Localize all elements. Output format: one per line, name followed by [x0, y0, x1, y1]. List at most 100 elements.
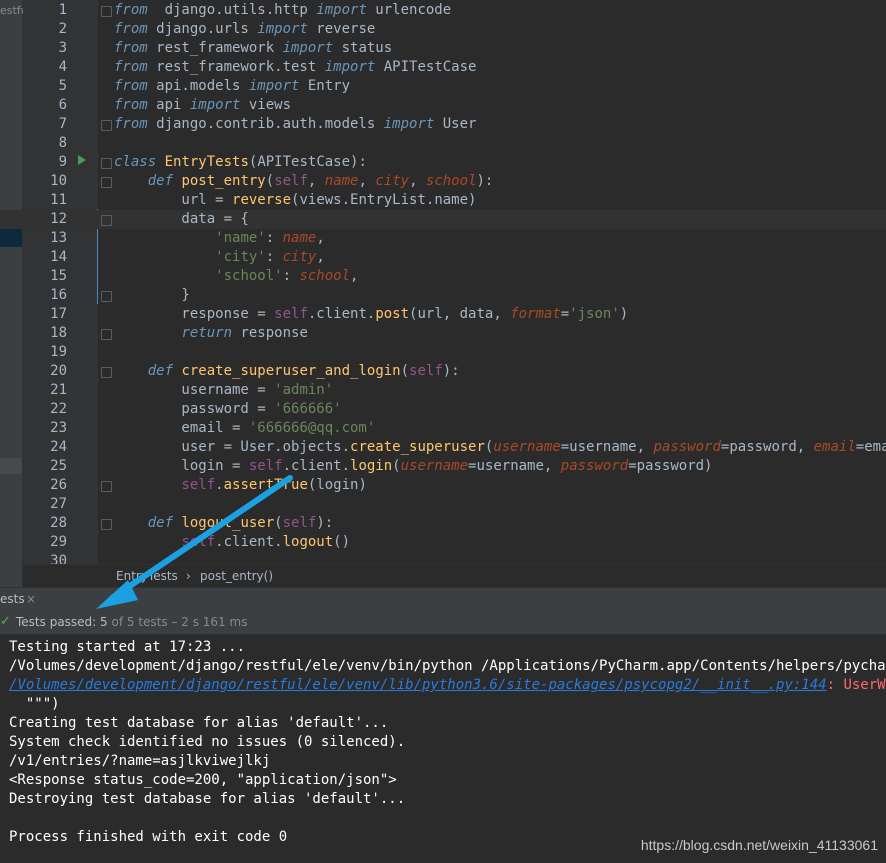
- code-token: self: [181, 477, 216, 493]
- code-token: 'school': [215, 268, 283, 284]
- code-token: urlencode: [366, 2, 452, 18]
- code-line[interactable]: 18 return response: [0, 324, 886, 343]
- code-text: 'school': school,: [114, 267, 358, 286]
- code-token: data = {: [114, 211, 249, 227]
- code-token: name: [324, 173, 359, 189]
- fold-marker-icon[interactable]: [101, 291, 112, 302]
- code-line[interactable]: 28 def logout_user(self):: [0, 514, 886, 533]
- fold-marker-icon[interactable]: [101, 120, 112, 131]
- fold-marker-icon[interactable]: [101, 215, 112, 226]
- console-line: System check identified no issues (0 sil…: [9, 734, 406, 750]
- code-token: return: [181, 325, 233, 341]
- code-line[interactable]: 3 from rest_framework import status: [0, 39, 886, 58]
- code-token: ,: [350, 268, 359, 284]
- console-output[interactable]: Testing started at 17:23 ... /Volumes/dev…: [0, 635, 886, 863]
- breadcrumb: EntryTests › post_entry(): [23, 564, 886, 587]
- code-line[interactable]: 4 from rest_framework.test import APITest…: [0, 58, 886, 77]
- fold-marker-icon[interactable]: [101, 158, 112, 169]
- code-line[interactable]: 20 def create_superuser_and_login(self):: [0, 362, 886, 381]
- fold-marker-icon[interactable]: [101, 481, 112, 492]
- fold-marker-icon[interactable]: [101, 367, 112, 378]
- code-token: self: [274, 306, 308, 322]
- code-token: ,: [409, 173, 426, 189]
- console-line: /v1/entries/?name=asjlkviwejlkj: [9, 753, 271, 769]
- fold-marker-icon[interactable]: [101, 6, 112, 17]
- code-line[interactable]: 8: [0, 134, 886, 153]
- code-line[interactable]: 23 email = '666666@qq.com': [0, 419, 886, 438]
- code-line[interactable]: 25 login = self.client.login(username=us…: [0, 457, 886, 476]
- code-line[interactable]: 12 data = {: [0, 210, 886, 229]
- code-token: from: [114, 21, 148, 37]
- code-line[interactable]: 2 from django.urls import reverse: [0, 20, 886, 39]
- code-line[interactable]: 1 from django.utils.http import urlencode: [0, 1, 886, 20]
- code-text: from rest_framework import status: [114, 39, 392, 58]
- code-line[interactable]: 30: [0, 552, 886, 564]
- code-line[interactable]: 19: [0, 343, 886, 362]
- console-file-link[interactable]: /Volumes/development/django/restful/ele/…: [9, 677, 827, 693]
- code-line[interactable]: 15 'school': school,: [0, 267, 886, 286]
- code-token: .client.: [282, 458, 351, 474]
- code-token: (): [333, 534, 351, 550]
- code-line[interactable]: 27: [0, 495, 886, 514]
- code-line[interactable]: 5 from api.models import Entry: [0, 77, 886, 96]
- line-number: 2: [58, 21, 67, 37]
- code-token: email =: [114, 420, 249, 436]
- code-token: (: [265, 173, 275, 189]
- fold-marker-icon[interactable]: [101, 329, 112, 340]
- code-line[interactable]: 17 response = self.client.post(url, data…: [0, 305, 886, 324]
- code-token: .client.: [215, 534, 283, 550]
- code-token: django.urls: [147, 21, 258, 37]
- code-line[interactable]: 10 def post_entry(self, name, city, scho…: [0, 172, 886, 191]
- code-token: (: [392, 458, 401, 474]
- code-editor[interactable]: 1 from django.utils.http import urlencode…: [0, 0, 886, 564]
- code-token: ,: [307, 173, 325, 189]
- line-number: 1: [58, 2, 67, 18]
- code-line[interactable]: 22 password = '666666': [0, 400, 886, 419]
- code-line[interactable]: 6 from api import views: [0, 96, 886, 115]
- close-icon[interactable]: ×: [26, 592, 36, 606]
- console-line: Creating test database for alias 'defaul…: [9, 715, 389, 731]
- code-line[interactable]: 16 }: [0, 286, 886, 305]
- console-line: Testing started at 17:23 ...: [9, 639, 246, 655]
- code-token: post_entry: [181, 173, 266, 189]
- code-line[interactable]: 11 url = reverse(views.EntryList.name): [0, 191, 886, 210]
- code-text: self.assertTrue(login): [114, 476, 366, 495]
- line-number: 29: [50, 534, 67, 550]
- console-line[interactable]: /Volumes/development/django/restful/ele/…: [9, 676, 886, 695]
- code-token: status: [333, 40, 393, 56]
- code-line[interactable]: 26 self.assertTrue(login): [0, 476, 886, 495]
- fold-marker-icon[interactable]: [101, 519, 112, 530]
- code-text: def create_superuser_and_login(self):: [114, 362, 460, 381]
- line-number: 7: [58, 116, 67, 132]
- code-line[interactable]: 14 'city': city,: [0, 248, 886, 267]
- code-line[interactable]: 13 'name': name,: [0, 229, 886, 248]
- code-token: :: [265, 249, 283, 265]
- code-token: =password): [628, 458, 713, 474]
- code-line[interactable]: 9 class EntryTests(APITestCase):: [0, 153, 886, 172]
- code-token: self: [274, 173, 308, 189]
- code-line[interactable]: 7 from django.contrib.auth.models import …: [0, 115, 886, 134]
- code-text: user = User.objects.create_superuser(use…: [114, 438, 886, 457]
- code-token: def: [147, 173, 174, 189]
- code-token: login: [350, 458, 393, 474]
- console-line: Destroying test database for alias 'defa…: [9, 791, 406, 807]
- fold-marker-icon[interactable]: [101, 177, 112, 188]
- code-token: (: [274, 515, 283, 531]
- breadcrumb-class[interactable]: EntryTests: [116, 569, 178, 583]
- code-line[interactable]: 24 user = User.objects.create_superuser(…: [0, 438, 886, 457]
- code-line[interactable]: 21 username = 'admin': [0, 381, 886, 400]
- code-token: from: [114, 2, 148, 18]
- tab-tests[interactable]: ests: [0, 592, 25, 606]
- line-number: 5: [58, 78, 67, 94]
- code-token: from: [114, 97, 148, 113]
- code-token: =: [560, 306, 570, 322]
- code-text: url = reverse(views.EntryList.name): [114, 191, 476, 210]
- code-text: from django.utils.http import urlencode: [114, 1, 451, 20]
- line-number: 10: [50, 173, 67, 189]
- code-token: EntryTests: [164, 154, 249, 170]
- code-line[interactable]: 29 self.client.logout(): [0, 533, 886, 552]
- breadcrumb-method[interactable]: post_entry(): [200, 569, 273, 583]
